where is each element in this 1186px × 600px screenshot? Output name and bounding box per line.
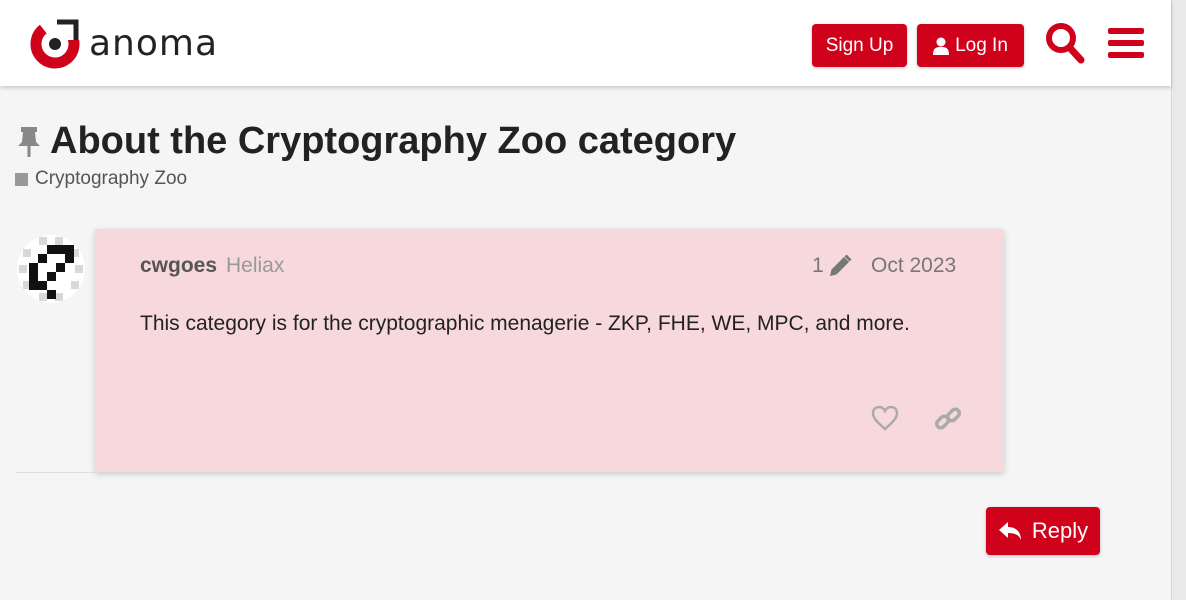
post-date[interactable]: Oct 2023 (871, 254, 956, 278)
post-divider (16, 472, 96, 473)
post-edit-history[interactable]: 1 (812, 254, 852, 278)
logo-text: anoma (89, 23, 219, 64)
sign-up-button[interactable]: Sign Up (812, 24, 907, 67)
edit-count: 1 (812, 254, 824, 277)
category-badge[interactable]: Cryptography Zoo (15, 168, 187, 190)
search-icon[interactable] (1045, 22, 1085, 64)
post-body: This category is for the cryptographic m… (140, 312, 910, 335)
post: cwgoes Heliax 1 Oct 2023 This category i… (95, 229, 1004, 472)
category-name: Cryptography Zoo (35, 168, 188, 189)
link-icon[interactable] (934, 405, 962, 433)
category-color-square (15, 172, 28, 186)
post-username[interactable]: cwgoes (140, 254, 217, 278)
reply-button[interactable]: Reply (986, 507, 1100, 555)
site-logo[interactable]: anoma (29, 17, 218, 71)
avatar[interactable] (17, 235, 85, 303)
topic-title[interactable]: About the Cryptography Zoo category (50, 120, 736, 163)
site-header: anoma Sign Up Log In (0, 0, 1171, 86)
page-scrollbar[interactable] (1171, 0, 1186, 600)
hamburger-menu-icon[interactable] (1108, 22, 1144, 64)
user-icon (933, 37, 950, 55)
log-in-label: Log In (955, 34, 1008, 56)
pencil-icon (829, 254, 852, 276)
reply-label: Reply (1031, 518, 1089, 543)
anoma-logo-icon (30, 18, 81, 69)
thumbtack-icon (18, 126, 40, 157)
topic-title-row: About the Cryptography Zoo category (16, 120, 736, 163)
reply-icon (998, 522, 1021, 540)
heart-icon[interactable] (871, 405, 899, 431)
log-in-button[interactable]: Log In (917, 24, 1024, 67)
post-user-group[interactable]: Heliax (226, 254, 284, 278)
